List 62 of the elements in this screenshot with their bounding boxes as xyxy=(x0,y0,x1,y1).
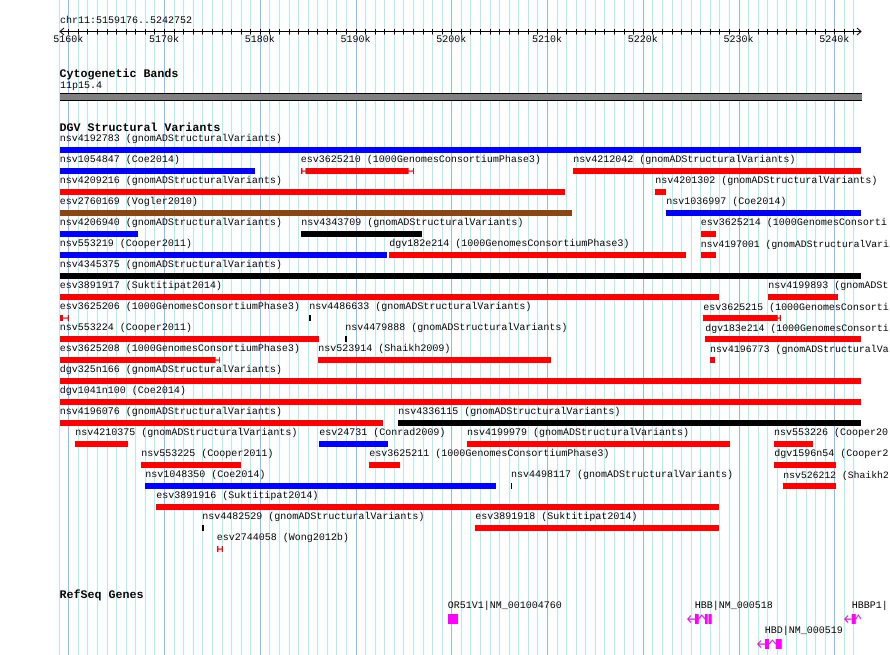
variant-label: nsv553224 (Cooper2011) xyxy=(60,323,192,335)
variant-label: nsv4479888 (gnomADStructuralVariants) xyxy=(345,323,568,335)
variant-label: dgv325n166 (gnomADStructuralVariants) xyxy=(60,365,282,377)
variant-label: esv3625214 (1000GenomesConsorti xyxy=(700,218,887,230)
variant-label: esv3891918 (Suktitipat2014) xyxy=(475,512,638,524)
variant-label: nsv1036997 (Coe2014) xyxy=(666,197,786,209)
tick-label: 5220k xyxy=(628,34,658,46)
track-title: DGV Structural Variants xyxy=(60,121,220,135)
variant-label: nsv4345375 (gnomADStructuralVariants) xyxy=(60,260,282,272)
variant-label: nsv4199893 (gnomADSt xyxy=(768,281,888,293)
tick-label: 5210k xyxy=(532,34,562,46)
tick-label: 5180k xyxy=(244,34,275,46)
variant-label: nsv4196773 (gnomADStructuralVa xyxy=(710,344,889,356)
variant-label: nsv4206940 (gnomADStructuralVariants) xyxy=(60,218,282,230)
tick-label: 5240k xyxy=(819,34,850,46)
tick-label: 5200k xyxy=(436,34,466,46)
variant-label: esv3625206 (1000GenomesConsortiumPhase3) xyxy=(60,302,300,314)
variant-label: nsv1054847 (Coe2014) xyxy=(60,155,180,167)
tick-label: 5230k xyxy=(724,34,754,46)
variant-label: nsv4197001 (gnomADStructuralVari xyxy=(700,239,889,251)
tick-label: 5160k xyxy=(53,34,84,46)
variant-label: nsv4498117 (gnomADStructuralVariants) xyxy=(511,470,734,482)
variant-label: nsv526212 (Shaikh2 xyxy=(783,470,889,482)
variant-label: esv3625215 (1000GenomesConsorti xyxy=(703,302,889,314)
variant-label: nsv4201302 (gnomADStructuralVariants) xyxy=(655,176,878,188)
variant-label: nsv553219 (Cooper2011) xyxy=(60,239,192,251)
variant-label: nsv4210375 (gnomADStructuralVariants) xyxy=(75,428,298,440)
variant-label: nsv4199979 (gnomADStructuralVariants) xyxy=(467,428,690,440)
gene-label: HBBP1| xyxy=(852,600,888,613)
tick-label: 5170k xyxy=(149,34,180,46)
variant-label: nsv1048350 (Coe2014) xyxy=(145,470,266,482)
track-title: RefSeq Genes xyxy=(60,588,144,602)
variant-label: nsv4196076 (gnomADStructuralVariants) xyxy=(60,407,282,419)
variant-label: nsv523914 (Shaikh2009) xyxy=(318,344,450,356)
variant-label: nsv4212042 (gnomADStructuralVariants) xyxy=(573,155,796,167)
gene-label: OR51V1|NM_001004760 xyxy=(448,600,562,613)
variant-label: esv2744058 (Wong2012b) xyxy=(216,533,349,545)
gene-label: HBB|NM_000518 xyxy=(694,600,773,613)
tick-label: 5190k xyxy=(340,34,371,46)
variant-label: esv3625208 (1000GenomesConsortiumPhase3) xyxy=(60,344,300,356)
variant-label: dgv182e214 (1000GenomesConsortiumPhase3) xyxy=(389,239,630,251)
track-title: Cytogenetic Bands xyxy=(60,67,178,81)
variant-label: nsv4192783 (gnomADStructuralVariants) xyxy=(60,134,282,146)
variant-label: esv3625210 (1000GenomesConsortiumPhase3) xyxy=(300,155,541,167)
variant-label: esv2760169 (Vogler2010) xyxy=(60,197,198,209)
gene-label: HBD|NM_000519 xyxy=(764,626,843,638)
variant-label: nsv4486633 (gnomADStructuralVariants) xyxy=(309,302,532,314)
variant-label: nsv553226 (Cooper20 xyxy=(774,428,888,440)
variant-label: nsv553225 (Cooper2011) xyxy=(141,449,274,461)
variant-label: nsv4343709 (gnomADStructuralVariants) xyxy=(301,218,524,230)
variant-label: esv24731 (Conrad2009) xyxy=(319,428,446,440)
variant-label: nsv4336115 (gnomADStructuralVariants) xyxy=(398,407,620,419)
variant-label: dgv1041n100 (Coe2014) xyxy=(60,386,186,398)
variant-label: esv3625211 (1000GenomesConsortiumPhase3) xyxy=(369,449,610,461)
variant-label: nsv4209216 (gnomADStructuralVariants) xyxy=(60,176,282,188)
location-label: chr11:5159176..5242752 xyxy=(60,16,192,28)
band-label: 11p15.4 xyxy=(60,81,102,93)
variant-label: esv3891917 (Suktitipat2014) xyxy=(60,281,222,293)
variant-label: dgv183e214 (1000GenomesConsorti xyxy=(705,323,889,335)
variant-label: esv3891916 (Suktitipat2014) xyxy=(156,491,318,503)
variant-label: nsv4482529 (gnomADStructuralVariants) xyxy=(202,512,424,524)
variant-label: dgv1596n54 (Cooper2 xyxy=(774,449,888,461)
